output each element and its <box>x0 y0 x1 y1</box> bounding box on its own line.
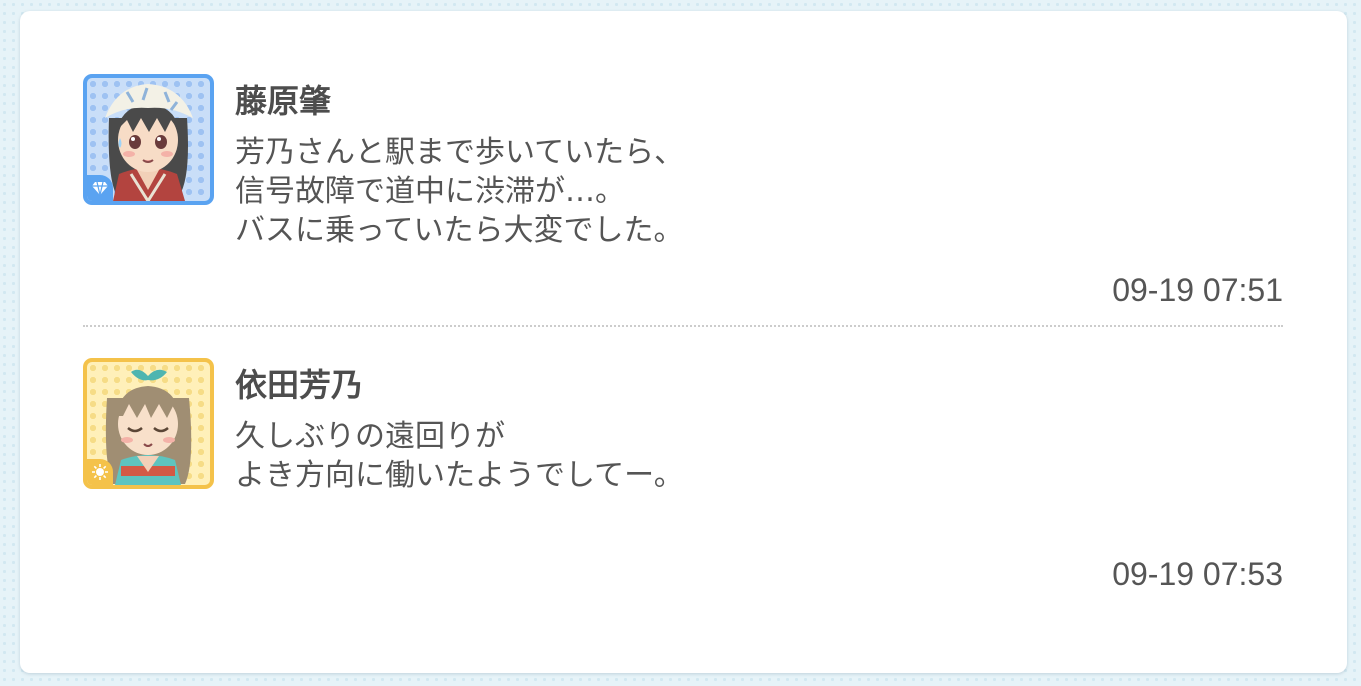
chat-post: 藤原肇 芳乃さんと駅まで歩いていたら、 信号故障で道中に渋滞が…。 バスに乗って… <box>83 74 1283 314</box>
message-text: 芳乃さんと駅まで歩いていたら、 信号故障で道中に渋滞が…。 バスに乗っていたら大… <box>235 133 684 250</box>
message-line: 芳乃さんと駅まで歩いていたら、 <box>235 135 685 170</box>
cool-type-badge <box>87 175 113 201</box>
message-line: よき方向に働いたようでしてー。 <box>235 458 684 493</box>
author-name: 依田芳乃 <box>235 366 364 404</box>
avatar[interactable] <box>83 358 214 489</box>
message-line: 久しぶりの遠回りが <box>235 419 505 454</box>
chat-post: 依田芳乃 久しぶりの遠回りが よき方向に働いたようでしてー。 09-19 07:… <box>83 358 1283 598</box>
divider <box>83 325 1283 327</box>
sun-icon <box>92 464 108 480</box>
passion-type-badge <box>87 459 113 485</box>
message-line: バスに乗っていたら大変でした。 <box>235 213 684 248</box>
message-line: 信号故障で道中に渋滞が…。 <box>235 174 625 209</box>
author-name: 藤原肇 <box>235 82 332 120</box>
message-card: 藤原肇 芳乃さんと駅まで歩いていたら、 信号故障で道中に渋滞が…。 バスに乗って… <box>20 11 1347 673</box>
diamond-icon <box>92 181 108 196</box>
message-text: 久しぶりの遠回りが よき方向に働いたようでしてー。 <box>235 417 684 495</box>
timestamp: 09-19 07:51 <box>1112 272 1283 308</box>
timestamp: 09-19 07:53 <box>1112 556 1283 592</box>
avatar[interactable] <box>83 74 214 205</box>
